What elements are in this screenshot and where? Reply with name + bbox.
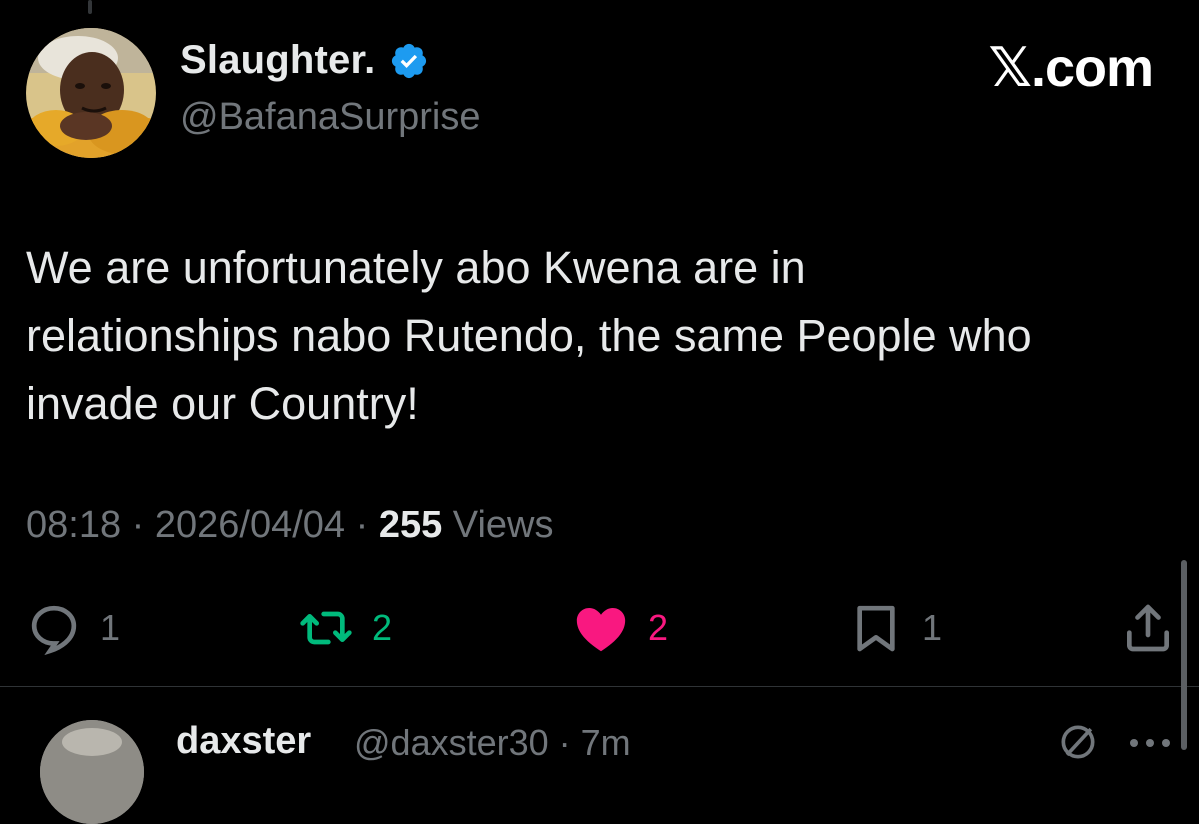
tweet-action-bar: 1 2 2 1 [0, 596, 1199, 660]
reply-icon [26, 600, 82, 656]
share-icon [1120, 600, 1176, 656]
author-name-row[interactable]: Slaughter. [180, 38, 429, 83]
heart-icon [572, 599, 630, 657]
grok-icon[interactable] [1056, 720, 1100, 769]
bookmark-count: 1 [922, 607, 943, 648]
x-brand-logo: 𝕏.com [988, 38, 1154, 98]
views-count: 255 [378, 504, 443, 546]
meta-separator-2: · [345, 504, 379, 546]
tweet-divider [0, 686, 1199, 687]
repost-count: 2 [372, 607, 393, 648]
more-options-icon[interactable] [1128, 736, 1172, 755]
reply-avatar[interactable] [40, 720, 144, 824]
repost-button[interactable]: 2 [298, 596, 392, 660]
author-avatar[interactable] [26, 28, 156, 158]
repost-icon [298, 600, 354, 656]
reply-avatar-image [40, 720, 144, 824]
reply-count: 1 [100, 607, 121, 648]
bookmark-icon [848, 600, 904, 656]
like-button[interactable]: 2 [572, 596, 668, 660]
reply-button[interactable]: 1 [26, 596, 120, 660]
reply-handle-time[interactable]: @daxster30 · 7m [354, 722, 631, 764]
share-button[interactable] [1120, 596, 1176, 660]
reply-tweet[interactable]: daxster @daxster30 · 7m [0, 706, 1199, 824]
avatar-image [26, 28, 156, 158]
tweet-meta: 08:18 · 2026/04/04 · 255 Views [26, 504, 554, 547]
like-count: 2 [648, 607, 669, 648]
verified-badge-icon [389, 41, 429, 81]
tweet-text: We are unfortunately abo Kwena are in re… [26, 242, 1032, 429]
thread-connector-line [88, 0, 92, 14]
scrollbar[interactable] [1181, 560, 1187, 750]
views-label: Views [442, 504, 554, 546]
tweet-date[interactable]: 2026/04/04 [155, 504, 345, 546]
tweet-time[interactable]: 08:18 [26, 504, 121, 546]
author-display-name[interactable]: Slaughter. [180, 38, 375, 83]
meta-separator: · [121, 504, 155, 546]
bookmark-button[interactable]: 1 [848, 596, 942, 660]
author-handle[interactable]: @BafanaSurprise [180, 96, 481, 139]
